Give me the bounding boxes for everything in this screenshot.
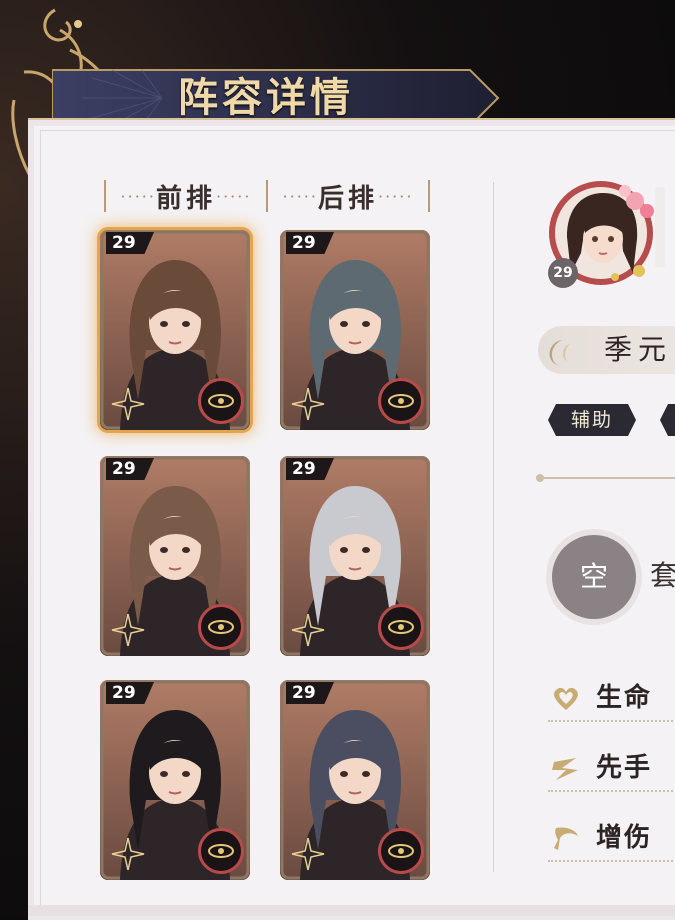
panel-divider — [493, 182, 494, 872]
equip-empty-label: 空 — [552, 535, 636, 619]
faction-emblem-icon — [378, 378, 424, 424]
equip-set-label: 套 — [650, 559, 675, 592]
character-card[interactable]: 29 — [100, 230, 250, 430]
dots-decoration: ····· — [282, 186, 318, 206]
panel-bottom-strip — [28, 905, 675, 916]
stat-label: 先手 — [596, 753, 653, 783]
crescent-icon — [549, 340, 570, 366]
sparkle-icon — [111, 613, 145, 647]
stat-row-damage: 增伤 — [548, 816, 675, 862]
character-card[interactable]: 29 — [280, 230, 430, 430]
faction-emblem-icon — [198, 604, 244, 650]
dots-decoration: ····· — [378, 186, 414, 206]
character-card[interactable]: 29 — [100, 456, 250, 656]
back-row-label: 后排 — [317, 183, 378, 214]
character-card[interactable]: 29 — [100, 680, 250, 880]
sparkle-icon — [291, 387, 325, 421]
column-bracket-mid — [266, 180, 268, 212]
back-row-header: ····· 后排 ····· — [270, 178, 426, 214]
stat-label: 生命 — [596, 683, 653, 713]
role-tag: 辅助 — [548, 404, 636, 436]
column-bracket-left — [104, 180, 106, 212]
sparkle-icon — [291, 837, 325, 871]
front-row-header: ····· 前排 ····· — [108, 178, 264, 214]
front-row-label: 前排 — [155, 183, 216, 214]
speed-icon — [552, 758, 578, 780]
faction-emblem-icon — [198, 378, 244, 424]
stat-row-hp: 生命 — [548, 676, 675, 722]
detail-divider — [540, 477, 675, 479]
sparkle-icon — [111, 387, 145, 421]
character-card[interactable]: 29 — [280, 680, 430, 880]
faction-emblem-icon — [378, 828, 424, 874]
sparkle-icon — [111, 837, 145, 871]
stat-label: 增伤 — [596, 823, 653, 853]
character-card[interactable]: 29 — [280, 456, 430, 656]
character-name: 季元 — [604, 333, 673, 366]
column-bracket-right — [428, 180, 430, 212]
avatar-level-badge: 29 — [548, 258, 578, 288]
dots-decoration: ····· — [216, 186, 252, 206]
dots-decoration: ····· — [120, 186, 156, 206]
faction-emblem-icon — [198, 828, 244, 874]
heart-icon — [554, 687, 578, 710]
stat-row-speed: 先手 — [548, 746, 675, 792]
blade-icon — [554, 827, 578, 850]
sparkle-icon — [291, 613, 325, 647]
faction-emblem-icon — [378, 604, 424, 650]
